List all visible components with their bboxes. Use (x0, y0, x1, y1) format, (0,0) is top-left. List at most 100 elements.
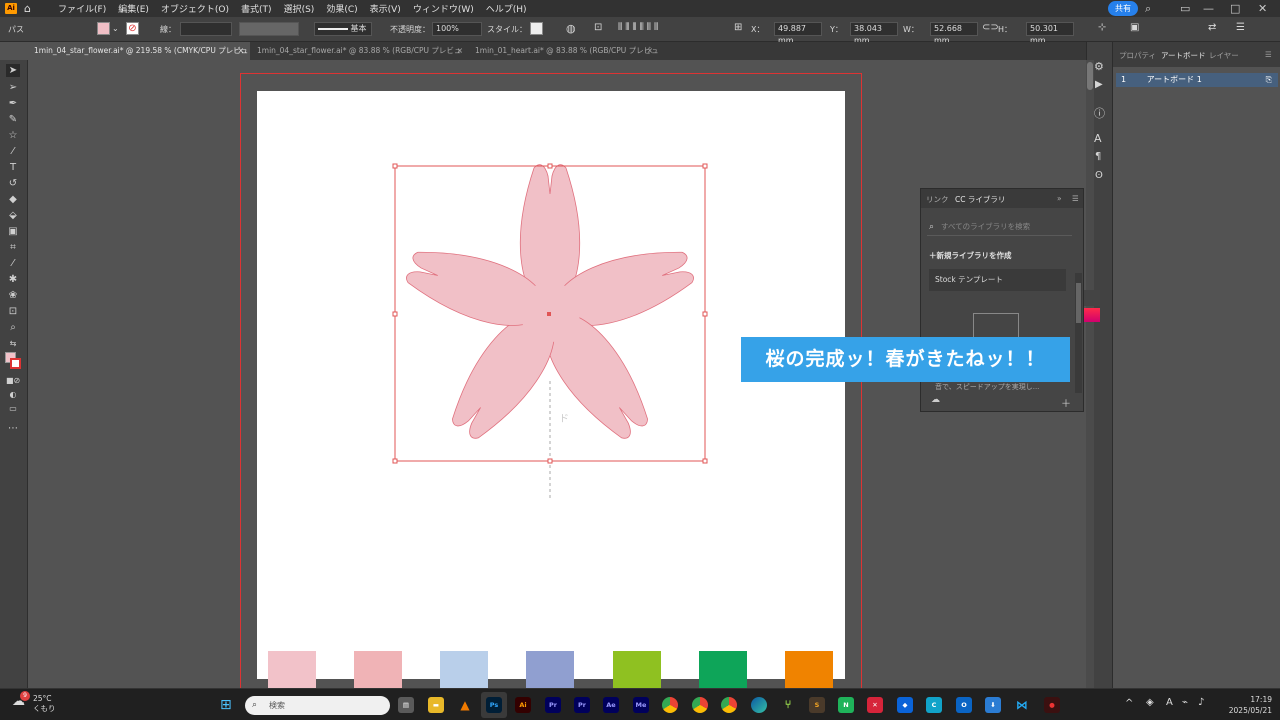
panel-menu-icon[interactable]: ☰ (1072, 194, 1079, 203)
character-icon[interactable]: A (1094, 132, 1102, 145)
weather-widget[interactable]: 25°C くもり (33, 694, 56, 714)
clock[interactable]: 17:19 2025/05/21 (1222, 694, 1272, 716)
media-encoder-icon[interactable]: Me (633, 697, 649, 713)
more-tools-icon[interactable]: ⋯ (6, 422, 20, 435)
handle-bottom-right[interactable] (702, 458, 708, 464)
eyedropper-tool-icon[interactable]: ⁄ (6, 257, 20, 270)
eraser-tool-icon[interactable]: ◆ (6, 193, 20, 206)
color-swatch-2[interactable] (354, 651, 402, 688)
artboard-options-icon[interactable]: ⎘ (1266, 73, 1272, 87)
maximize-icon[interactable]: □ (1230, 2, 1240, 15)
h-field[interactable]: 50.301 mm (1026, 22, 1074, 45)
star-tool-icon[interactable]: ☆ (6, 129, 20, 142)
collapse-icon[interactable]: » (1057, 194, 1062, 203)
opacity-field[interactable]: 100% (432, 22, 482, 36)
opentype-icon[interactable]: ʘ (1095, 170, 1103, 181)
artboard[interactable]: ド (257, 91, 845, 688)
color-swatch-7[interactable] (785, 651, 833, 688)
info-icon[interactable]: ⓘ (1094, 105, 1105, 121)
graphic-style-swatch[interactable] (530, 22, 543, 35)
tab-doc-1[interactable]: 1min_04_star_flower.ai* @ 219.58 % (CMYK… (28, 42, 250, 73)
illustrator-icon[interactable]: Ai (515, 697, 531, 713)
stock-template-item[interactable]: Stock テンプレート (929, 269, 1066, 291)
stroke-swatch[interactable]: ⊘ (126, 22, 139, 35)
tab-doc-2[interactable]: 1min_04_star_flower.ai* @ 83.88 % (RGB/C… (251, 42, 469, 73)
add-icon[interactable]: ＋ (1061, 395, 1071, 410)
task-view-icon[interactable]: ▤ (398, 697, 414, 713)
sublime-icon[interactable]: S (809, 697, 825, 713)
handle-left[interactable] (392, 311, 398, 317)
menu-edit[interactable]: 編集(E) (118, 2, 149, 15)
premiere-icon[interactable]: Pr (545, 697, 561, 713)
recorder-icon[interactable]: ● (1044, 697, 1060, 713)
menu-file[interactable]: ファイル(F) (58, 2, 106, 15)
photoshop-icon[interactable]: Ps (486, 697, 502, 713)
align-icons[interactable]: ⫴⫴⫴⫴⫴⫴ (618, 22, 661, 33)
chevron-up-icon[interactable]: ^ (1125, 698, 1133, 709)
taskbar-search-input[interactable]: 検索 (245, 696, 390, 715)
menu-window[interactable]: ウィンドウ(W) (413, 2, 474, 15)
vlc-icon[interactable]: ▲ (457, 697, 473, 713)
dropbox-icon[interactable]: ◆ (897, 697, 913, 713)
chevron-down-icon[interactable]: ⌄ (112, 24, 119, 33)
menu-view[interactable]: 表示(V) (370, 2, 401, 15)
scrollbar-thumb[interactable] (1087, 62, 1093, 90)
swap-colors-icon[interactable]: ⇆ (6, 337, 20, 350)
color-swatch-5[interactable] (613, 651, 661, 688)
color-swatch-6[interactable] (699, 651, 747, 688)
notion-style-icon[interactable]: N (838, 697, 854, 713)
recolor-icon[interactable]: ◍ (566, 22, 576, 35)
variable-width-field[interactable] (239, 22, 299, 36)
x-field[interactable]: 49.887 mm (774, 22, 822, 45)
gradient-swatch-icon[interactable] (1084, 308, 1100, 322)
menu-type[interactable]: 書式(T) (241, 2, 272, 15)
panel-menu-icon[interactable]: ☰ (1236, 22, 1245, 33)
draw-mode-icon[interactable]: ◐ (6, 388, 20, 401)
xmind-icon[interactable]: ✕ (867, 697, 883, 713)
color-swatch-1[interactable] (268, 651, 316, 688)
premiere-rush-icon[interactable]: Pr (574, 697, 590, 713)
menu-select[interactable]: 選択(S) (284, 2, 315, 15)
chrome-profile-2-icon[interactable] (721, 697, 737, 713)
outlook-icon[interactable]: O (956, 697, 972, 713)
reference-point-icon[interactable]: ⊞ (734, 22, 742, 33)
dropbox-tray-icon[interactable]: ◈ (1146, 697, 1154, 708)
play-icon[interactable]: ▶ (1095, 79, 1103, 90)
w-field[interactable]: 52.668 mm (930, 22, 978, 45)
tab-artboards[interactable]: アートボード (1161, 50, 1206, 61)
new-library-button[interactable]: ＋新規ライブラリを作成 (929, 250, 1012, 261)
panel-menu-icon[interactable]: ☰ (1265, 50, 1272, 59)
library-scrollbar[interactable] (1075, 273, 1082, 393)
shape-builder-tool-icon[interactable]: ⬙ (6, 209, 20, 222)
transform-icon[interactable]: ⊹ (1098, 22, 1106, 33)
handle-top[interactable] (547, 163, 553, 169)
library-search-input[interactable]: すべてのライブラリを検索 (927, 218, 1072, 236)
pen-tool-icon[interactable]: ✒ (6, 97, 20, 110)
git-icon[interactable]: ⑂ (780, 697, 796, 713)
library-scrollbar-thumb[interactable] (1076, 283, 1081, 323)
ime-icon[interactable]: A (1166, 697, 1173, 708)
arrange-icon[interactable]: ⇄ (1208, 22, 1216, 33)
tab-links[interactable]: リンク (926, 194, 949, 205)
direct-selection-tool-icon[interactable]: ➢ (6, 81, 20, 94)
search-icon[interactable]: ⌕ (1145, 2, 1151, 16)
type-tool-icon[interactable]: T (6, 161, 20, 174)
stroke-weight-field[interactable] (180, 22, 232, 36)
stroke-color-icon[interactable] (10, 358, 21, 369)
paragraph-icon[interactable]: ¶ (1095, 151, 1101, 162)
align-to-icon[interactable]: ⊡ (594, 22, 602, 33)
handle-top-left[interactable] (392, 163, 398, 169)
color-swatch-3[interactable] (440, 651, 488, 688)
tab-layers[interactable]: レイヤー (1209, 50, 1239, 61)
tab-doc-3[interactable]: 1min_01_heart.ai* @ 83.88 % (RGB/CPU プレビ… (469, 42, 659, 73)
after-effects-icon[interactable]: Ae (603, 697, 619, 713)
workspace-icon[interactable]: ▭ (1180, 2, 1190, 15)
blend-tool-icon[interactable]: ✱ (6, 273, 20, 286)
color-swatch-4[interactable] (526, 651, 574, 688)
menu-help[interactable]: ヘルプ(H) (486, 2, 527, 15)
vertical-scrollbar[interactable] (1086, 60, 1094, 688)
home-icon[interactable]: ⌂ (24, 2, 37, 15)
handle-right[interactable] (702, 311, 708, 317)
minimize-icon[interactable]: — (1203, 2, 1214, 15)
stroke-style-field[interactable]: 基本 (314, 22, 372, 36)
